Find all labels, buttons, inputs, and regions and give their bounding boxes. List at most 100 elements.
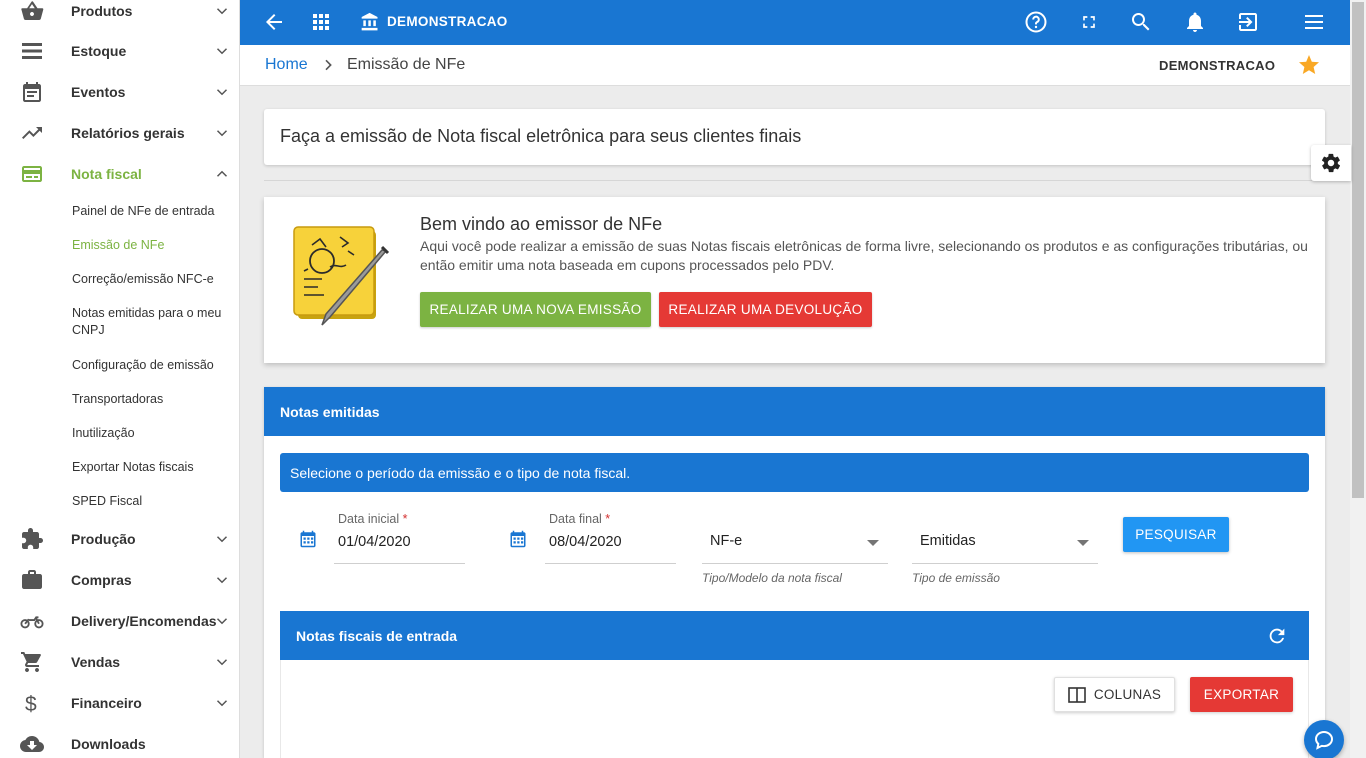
sidebar-item-label: Produtos [71, 2, 133, 19]
sidebar-item-relatorios[interactable]: Relatórios gerais [0, 112, 239, 153]
sidebar-item-downloads[interactable]: Downloads [0, 723, 239, 758]
sidebar-item-label: Compras [71, 571, 132, 588]
sidebar-item-producao[interactable]: Produção [0, 518, 239, 559]
apps-grid-icon[interactable] [309, 10, 333, 34]
breadcrumb-company: DEMONSTRACAO [1159, 58, 1276, 73]
sidebar-item-label: Downloads [71, 735, 146, 752]
sidebar-item-nota-fiscal[interactable]: Nota fiscal [0, 153, 239, 194]
date-end-input[interactable]: 08/04/2020 [549, 534, 622, 550]
chevron-down-icon [216, 699, 228, 706]
menu-hamburger-icon[interactable] [1302, 10, 1326, 34]
submenu-inutilizacao[interactable]: Inutilização [72, 425, 237, 442]
export-button[interactable]: EXPORTAR [1190, 677, 1293, 712]
breadcrumb: Home Emissão de NFe DEMONSTRACAO [240, 45, 1350, 86]
sidebar-item-label: Vendas [71, 653, 121, 670]
sidebar-item-delivery[interactable]: Delivery/Encomendas [0, 600, 239, 641]
chevron-down-icon [216, 7, 228, 14]
search-button[interactable]: PESQUISAR [1123, 517, 1229, 552]
welcome-description: Aqui você pode realizar a emissão de sua… [420, 238, 1308, 273]
notas-entrada-header: Notas fiscais de entrada [280, 611, 1309, 660]
info-banner: Selecione o período da emissão e o tipo … [280, 453, 1309, 492]
submenu-painel-nfe-entrada[interactable]: Painel de NFe de entrada [72, 203, 237, 220]
date-end-underline [545, 563, 676, 564]
sidebar: Produtos Estoque Eventos Relatórios gera… [0, 0, 240, 758]
sidebar-item-label: Nota fiscal [71, 165, 142, 182]
puzzle-icon [20, 527, 44, 551]
dollar-icon: $ [20, 691, 44, 715]
columns-button-label: COLUNAS [1093, 687, 1162, 702]
breadcrumb-current: Emissão de NFe [347, 56, 466, 73]
motorbike-icon [20, 609, 44, 633]
type-hint: Tipo/Modelo da nota fiscal [702, 571, 842, 585]
chevron-down-icon[interactable] [1077, 540, 1089, 546]
submenu-exportar-notas[interactable]: Exportar Notas fiscais [72, 459, 237, 476]
scrollbar-thumb[interactable] [1352, 2, 1364, 498]
submenu-emissao-nfe[interactable]: Emissão de NFe [72, 237, 237, 254]
submenu-correcao-nfce[interactable]: Correção/emissão NFC-e [72, 271, 237, 288]
back-arrow-icon[interactable] [262, 10, 286, 34]
type-select[interactable]: NF-e [710, 533, 742, 549]
date-end-label: Data final * [549, 512, 611, 526]
settings-button[interactable] [1311, 145, 1351, 181]
list-icon [20, 39, 44, 63]
notas-emitidas-card: Notas emitidas Selecione o período da em… [264, 387, 1325, 758]
notas-entrada-title: Notas fiscais de entrada [296, 628, 458, 644]
notas-emitidas-header: Notas emitidas [264, 387, 1325, 436]
divider [264, 180, 1325, 181]
sidebar-item-eventos[interactable]: Eventos [0, 71, 239, 112]
trending-up-icon [20, 121, 44, 145]
return-emission-button[interactable]: REALIZAR UMA DEVOLUÇÃO [659, 292, 872, 327]
sidebar-item-label: Produção [71, 530, 136, 547]
emission-select[interactable]: Emitidas [920, 533, 976, 549]
columns-icon [1068, 686, 1086, 703]
chevron-down-icon [216, 129, 228, 136]
chevron-down-icon[interactable] [867, 540, 879, 546]
welcome-card: Bem vindo ao emissor de NFe Aqui você po… [264, 197, 1325, 363]
intro-text: Faça a emissão de Nota fiscal eletrônica… [280, 126, 802, 146]
help-icon[interactable] [1024, 10, 1048, 34]
chevron-right-icon [325, 59, 332, 71]
chat-button[interactable] [1304, 720, 1344, 758]
info-banner-text: Selecione o período da emissão e o tipo … [290, 465, 631, 481]
breadcrumb-home-link[interactable]: Home [265, 56, 308, 74]
chevron-down-icon [216, 576, 228, 583]
sidebar-item-label: Eventos [71, 83, 126, 100]
new-emission-button[interactable]: REALIZAR UMA NOVA EMISSÃO [420, 292, 651, 327]
bell-icon[interactable] [1183, 10, 1207, 34]
submenu-notas-emitidas-cnpj[interactable]: Notas emitidas para o meu CNPJ [72, 305, 232, 339]
submenu-sped-fiscal[interactable]: SPED Fiscal [72, 493, 237, 510]
search-icon[interactable] [1129, 10, 1153, 34]
sidebar-item-compras[interactable]: Compras [0, 559, 239, 600]
logout-icon[interactable] [1236, 10, 1260, 34]
calendar-icon[interactable] [509, 530, 527, 548]
sidebar-item-vendas[interactable]: Vendas [0, 641, 239, 682]
emission-hint: Tipo de emissão [912, 571, 1000, 585]
star-icon[interactable] [1297, 53, 1321, 77]
refresh-icon[interactable] [1266, 625, 1288, 647]
briefcase-icon [20, 568, 44, 592]
cloud-download-icon [20, 732, 44, 756]
columns-button[interactable]: COLUNAS [1054, 677, 1175, 712]
svg-text:$: $ [25, 693, 37, 715]
sidebar-item-financeiro[interactable]: $ Financeiro [0, 682, 239, 723]
sidebar-item-label: Estoque [71, 42, 127, 59]
chevron-down-icon [216, 47, 228, 54]
date-start-input[interactable]: 01/04/2020 [338, 534, 411, 550]
fullscreen-icon[interactable] [1077, 10, 1101, 34]
date-start-label: Data inicial * [338, 512, 408, 526]
notepad-illustration-icon [293, 226, 390, 326]
chevron-down-icon [216, 535, 228, 542]
chevron-up-icon [216, 170, 228, 177]
sidebar-item-label: Delivery/Encomendas [71, 612, 217, 629]
receipt-icon [20, 162, 44, 186]
welcome-title: Bem vindo ao emissor de NFe [420, 214, 663, 234]
company-name[interactable]: DEMONSTRACAO [387, 14, 508, 29]
notas-emitidas-title: Notas emitidas [280, 404, 380, 420]
submenu-configuracao-emissao[interactable]: Configuração de emissão [72, 357, 237, 374]
cart-icon [20, 650, 44, 674]
submenu-transportadoras[interactable]: Transportadoras [72, 391, 237, 408]
date-start-underline [334, 563, 465, 564]
sidebar-item-estoque[interactable]: Estoque [0, 30, 239, 71]
calendar-icon[interactable] [299, 530, 317, 548]
sidebar-item-produtos[interactable]: Produtos [0, 0, 239, 31]
